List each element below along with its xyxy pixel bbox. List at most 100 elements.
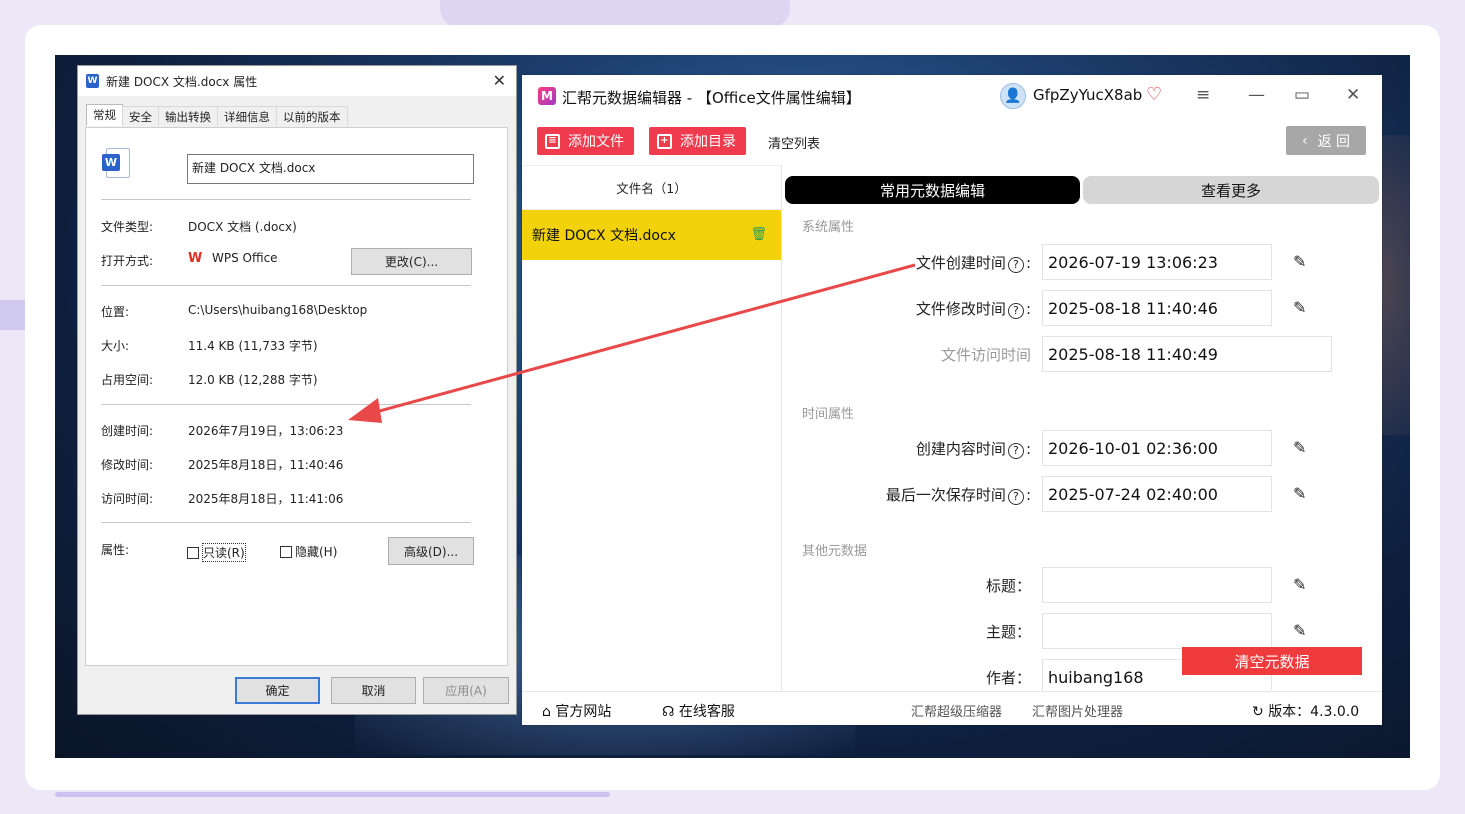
- file-type-label: 文件类型:: [101, 220, 154, 234]
- author-label: 作者：: [985, 669, 1031, 687]
- file-list-header: 文件名（1）: [522, 165, 781, 210]
- add-file-icon: ≡: [545, 133, 560, 149]
- attributes-label: 属性:: [101, 543, 130, 557]
- close-icon[interactable]: ✕: [1346, 85, 1360, 105]
- tab-security[interactable]: 安全: [122, 106, 159, 126]
- add-directory-button[interactable]: + 添加目录: [649, 127, 746, 155]
- trash-icon[interactable]: 🗑: [750, 227, 767, 242]
- website-link[interactable]: ⌂ 官方网站: [542, 701, 611, 721]
- file-accessed-label: 文件访问时间: [940, 346, 1031, 364]
- dialog-title-bar[interactable]: W 新建 DOCX 文档.docx 属性 ✕: [78, 66, 516, 96]
- section-other: 其他元数据: [802, 544, 868, 559]
- home-icon: ⌂: [542, 704, 556, 720]
- disk-size-label: 占用空间:: [101, 373, 154, 387]
- file-modified-input[interactable]: 2025-08-18 11:40:46: [1042, 290, 1272, 326]
- file-created-label: 文件创建时间?:: [915, 254, 1031, 273]
- title-label: 标题：: [985, 577, 1031, 595]
- location-value: C:\Users\huibang168\Desktop: [188, 303, 368, 317]
- file-name: 新建 DOCX 文档.docx: [532, 228, 676, 244]
- file-list-pane: 文件名（1） 新建 DOCX 文档.docx 🗑: [522, 165, 782, 690]
- last-saved-label: 最后一次保存时间?:: [885, 486, 1031, 505]
- username[interactable]: GfpZyYucX8ab: [1033, 86, 1142, 104]
- tab-details[interactable]: 详细信息: [217, 106, 277, 126]
- background-tab-shape: [440, 0, 790, 28]
- help-icon: ?: [1007, 303, 1024, 319]
- word-document-icon: W: [86, 74, 99, 88]
- edit-icon[interactable]: ✎: [1293, 298, 1306, 317]
- clear-list-button[interactable]: 清空列表: [768, 133, 820, 152]
- vip-diamond-icon[interactable]: ♡: [1146, 84, 1162, 105]
- subject-input[interactable]: [1042, 613, 1272, 649]
- refresh-icon: ↻: [1252, 704, 1269, 720]
- content-created-label: 创建内容时间?:: [915, 440, 1031, 459]
- tab-general[interactable]: 常规: [86, 104, 123, 126]
- file-created-input[interactable]: 2026-07-19 13:06:23: [1042, 244, 1272, 280]
- file-modified-label: 文件修改时间?:: [915, 300, 1031, 319]
- change-button[interactable]: 更改(C)...: [351, 248, 472, 275]
- subject-label: 主题：: [985, 623, 1031, 641]
- back-button[interactable]: ‹ 返 回: [1286, 126, 1366, 155]
- app-title-bar[interactable]: M 汇帮元数据编辑器 - 【Office文件属性编辑】 👤 GfpZyYucX8…: [522, 75, 1382, 119]
- last-saved-input[interactable]: 2025-07-24 02:40:00: [1042, 476, 1272, 512]
- tab-previous-versions[interactable]: 以前的版本: [276, 106, 348, 126]
- tab-view-more[interactable]: 查看更多: [1083, 176, 1379, 204]
- wps-icon: W: [188, 250, 203, 266]
- accessed-label: 访问时间:: [101, 492, 154, 506]
- background-side-shape: [0, 300, 28, 330]
- disk-size-value: 12.0 KB (12,288 字节): [188, 373, 318, 387]
- dialog-tabs: 常规 安全 输出转换 详细信息 以前的版本: [86, 104, 348, 126]
- status-bar: ⌂ 官方网站 ☊ 在线客服 汇帮超级压缩器 汇帮图片处理器 ↻ 版本：4.3.0…: [522, 691, 1382, 725]
- list-item[interactable]: 新建 DOCX 文档.docx 🗑: [522, 210, 781, 260]
- edit-icon[interactable]: ✎: [1293, 484, 1306, 503]
- cancel-button[interactable]: 取消: [331, 677, 416, 704]
- dialog-title: 新建 DOCX 文档.docx 属性: [106, 74, 258, 89]
- avatar[interactable]: 👤: [1000, 83, 1026, 109]
- editor-tabs: 常用元数据编辑 查看更多: [785, 176, 1379, 204]
- image-tool-link[interactable]: 汇帮图片处理器: [1032, 701, 1123, 720]
- section-time: 时间属性: [802, 407, 855, 422]
- edit-icon[interactable]: ✎: [1293, 438, 1306, 457]
- metadata-form: 系统属性 文件创建时间?: 2026-07-19 13:06:23 ✎ 文件修改…: [783, 207, 1382, 690]
- content-created-input[interactable]: 2026-10-01 02:36:00: [1042, 430, 1272, 466]
- general-tab-panel: W 新建 DOCX 文档.docx 文件类型: DOCX 文档 (.docx) …: [85, 127, 508, 666]
- minimize-icon[interactable]: —: [1248, 85, 1265, 105]
- file-type-value: DOCX 文档 (.docx): [188, 220, 297, 234]
- help-icon: ?: [1007, 257, 1024, 273]
- background-scroll-shape: [55, 792, 610, 797]
- app-logo-icon: M: [538, 87, 556, 105]
- maximize-icon[interactable]: ▭: [1294, 85, 1310, 105]
- created-value: 2026年7月19日，13:06:23: [188, 424, 344, 438]
- ok-button[interactable]: 确定: [235, 677, 320, 704]
- compressor-link[interactable]: 汇帮超级压缩器: [911, 701, 1002, 720]
- menu-icon[interactable]: ≡: [1196, 85, 1210, 105]
- apply-button[interactable]: 应用(A): [423, 677, 509, 704]
- edit-icon[interactable]: ✎: [1293, 621, 1306, 640]
- advanced-button[interactable]: 高级(D)...: [388, 537, 474, 565]
- tab-common-metadata[interactable]: 常用元数据编辑: [785, 176, 1080, 204]
- headset-icon: ☊: [662, 704, 679, 720]
- version-info[interactable]: ↻ 版本：4.3.0.0: [1252, 701, 1359, 721]
- created-label: 创建时间:: [101, 424, 154, 438]
- hidden-checkbox[interactable]: 隐藏(H): [280, 543, 337, 560]
- section-system: 系统属性: [802, 220, 855, 235]
- readonly-checkbox[interactable]: 只读(R): [187, 543, 246, 562]
- title-input[interactable]: [1042, 567, 1272, 603]
- add-folder-icon: +: [657, 133, 672, 149]
- add-file-button[interactable]: ≡ 添加文件: [537, 127, 634, 155]
- close-icon[interactable]: ✕: [493, 71, 506, 90]
- edit-icon[interactable]: ✎: [1293, 575, 1306, 594]
- open-with-label: 打开方式:: [101, 254, 154, 268]
- file-properties-dialog: W 新建 DOCX 文档.docx 属性 ✕ 常规 安全 输出转换 详细信息 以…: [77, 65, 517, 715]
- file-accessed-input[interactable]: 2025-08-18 11:40:49: [1042, 336, 1332, 372]
- modified-value: 2025年8月18日，11:40:46: [188, 458, 344, 472]
- filename-input[interactable]: 新建 DOCX 文档.docx: [187, 154, 474, 184]
- support-link[interactable]: ☊ 在线客服: [662, 701, 735, 721]
- accessed-value: 2025年8月18日，11:41:06: [188, 492, 344, 506]
- word-file-icon: W: [102, 148, 130, 180]
- tab-output-convert[interactable]: 输出转换: [158, 106, 218, 126]
- app-title: 汇帮元数据编辑器 - 【Office文件属性编辑】: [562, 89, 861, 107]
- edit-icon[interactable]: ✎: [1293, 252, 1306, 271]
- clear-metadata-button[interactable]: 清空元数据: [1182, 647, 1362, 675]
- metadata-editor-window: M 汇帮元数据编辑器 - 【Office文件属性编辑】 👤 GfpZyYucX8…: [522, 75, 1382, 725]
- chevron-left-icon: ‹: [1301, 132, 1308, 149]
